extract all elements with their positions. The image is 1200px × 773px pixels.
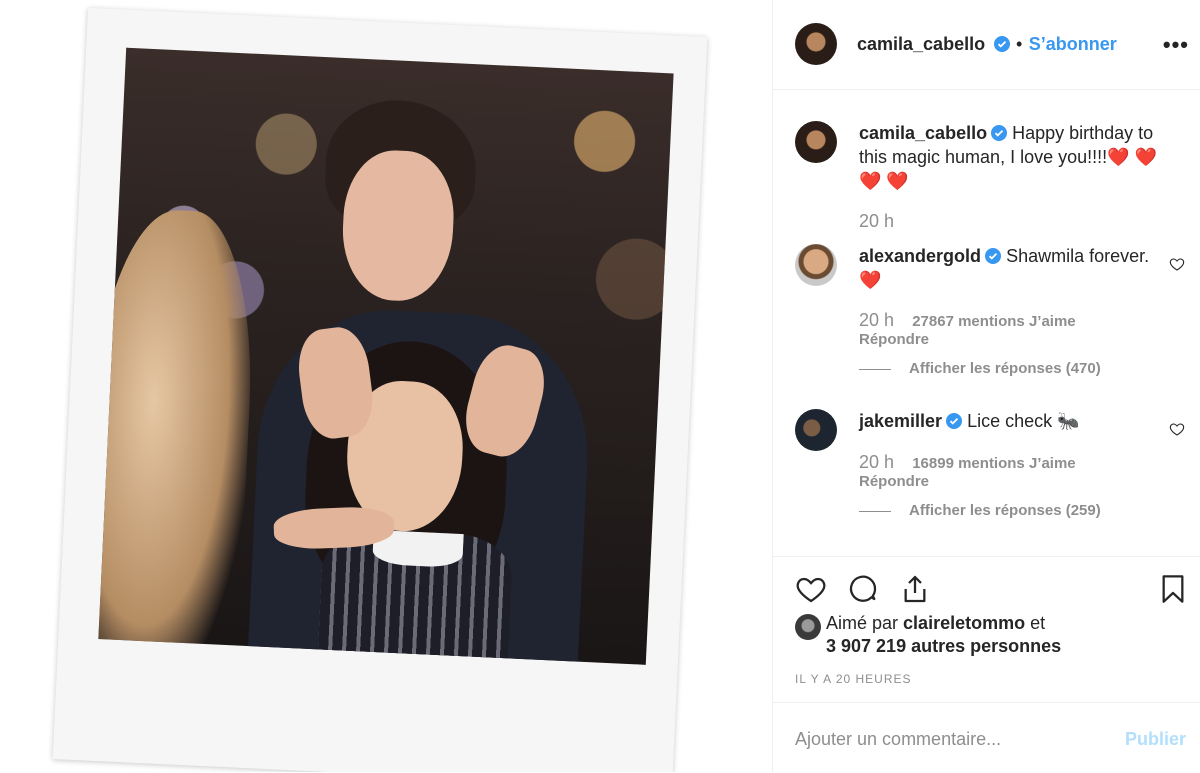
view-replies-label[interactable]: Afficher les réponses (259) (909, 502, 1101, 519)
like-heart-icon[interactable] (795, 573, 827, 605)
post-actions (773, 556, 1200, 617)
header-line: camila_cabello • S’abonner (857, 34, 1117, 55)
caption-body: camila_cabello Happy birthday to this ma… (859, 121, 1159, 193)
comment-author[interactable]: jakemiller (859, 411, 942, 431)
liked-by-line-1: Aimé par claireletommo et (826, 613, 1046, 633)
verified-icon (991, 125, 1008, 141)
view-replies[interactable]: Afficher les réponses (259) (859, 502, 1101, 519)
comment-item: jakemiller Lice check 🐜 20 h 16899 menti… (795, 409, 1185, 549)
liked-by: Aimé par claireletommo et 3 907 219 autr… (795, 612, 1061, 658)
caption-time[interactable]: 20 h (859, 211, 894, 231)
author-avatar[interactable] (795, 23, 837, 65)
comment-likes[interactable]: 16899 mentions J’aime (912, 455, 1075, 472)
liker-avatar[interactable] (795, 614, 821, 640)
follow-button[interactable]: S’abonner (1029, 34, 1117, 54)
replies-divider (859, 510, 891, 512)
separator-dot: • (1015, 34, 1023, 54)
add-comment-bar: Ajouter un commentaire... Publier (773, 702, 1200, 773)
verified-icon (946, 413, 963, 429)
verified-icon (985, 248, 1002, 264)
caption: camila_cabello Happy birthday to this ma… (795, 121, 1185, 231)
more-options-icon[interactable]: ••• (1163, 32, 1189, 58)
comment-bubble-icon[interactable] (847, 573, 879, 605)
comment-avatar[interactable] (795, 244, 837, 286)
reply-button[interactable]: Répondre (859, 473, 929, 490)
caption-avatar[interactable] (795, 121, 837, 163)
publish-button[interactable]: Publier (1125, 729, 1186, 750)
like-comment-heart-icon[interactable] (1169, 421, 1185, 437)
reply-button[interactable]: Répondre (859, 331, 929, 348)
view-replies[interactable]: Afficher les réponses (470) (859, 360, 1101, 377)
comment-meta: 20 h 27867 mentions J’aime Répondre (859, 310, 1076, 348)
verified-icon (993, 36, 1010, 52)
comment-body: alexandergold Shawmila forever. ❤️ (859, 244, 1159, 292)
post-sidebar: camila_cabello • S’abonner ••• camila_ca… (772, 0, 1200, 772)
comment-time[interactable]: 20 h (859, 452, 894, 472)
save-bookmark-icon[interactable] (1157, 573, 1189, 605)
comment-input[interactable]: Ajouter un commentaire... (795, 729, 1001, 750)
comment-text: Lice check 🐜 (967, 411, 1080, 431)
post-photo (98, 47, 674, 665)
comment-body: jakemiller Lice check 🐜 (859, 409, 1159, 433)
replies-divider (859, 368, 891, 370)
view-replies-label[interactable]: Afficher les réponses (470) (909, 360, 1101, 377)
comment-avatar[interactable] (795, 409, 837, 451)
liked-by-others[interactable]: 3 907 219 autres personnes (826, 635, 1061, 658)
comment-meta: 20 h 16899 mentions J’aime Répondre (859, 452, 1076, 490)
post-timestamp[interactable]: IL Y A 20 HEURES (795, 672, 912, 686)
post-media[interactable] (0, 0, 772, 772)
comment-time[interactable]: 20 h (859, 310, 894, 330)
share-icon[interactable] (899, 573, 931, 605)
caption-meta: 20 h (859, 211, 894, 232)
post-header: camila_cabello • S’abonner ••• (773, 0, 1200, 90)
comment-author[interactable]: alexandergold (859, 246, 981, 266)
caption-author[interactable]: camila_cabello (859, 123, 987, 143)
liker-username[interactable]: claireletommo (903, 613, 1025, 633)
comment-likes[interactable]: 27867 mentions J’aime (912, 313, 1075, 330)
comment-item: alexandergold Shawmila forever. ❤️ 20 h … (795, 244, 1185, 384)
like-comment-heart-icon[interactable] (1169, 256, 1185, 272)
polaroid-frame (52, 7, 708, 772)
author-username[interactable]: camila_cabello (857, 34, 985, 54)
